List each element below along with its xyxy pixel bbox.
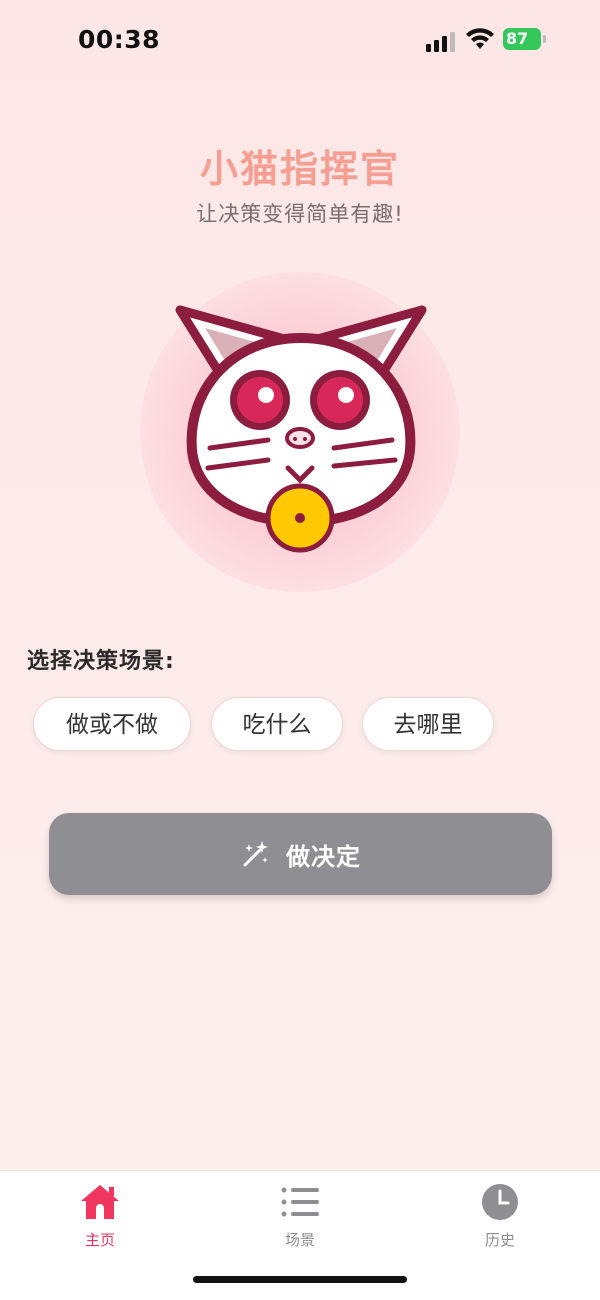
scene-chip-do-or-not[interactable]: 做或不做: [33, 697, 191, 751]
home-indicator: [193, 1276, 407, 1283]
status-bar: 00:38 87: [0, 0, 600, 80]
scene-chip-where-to-go[interactable]: 去哪里: [362, 697, 494, 751]
status-time: 00:38: [78, 25, 161, 54]
wifi-icon: [466, 28, 494, 49]
magic-wand-icon: [243, 841, 268, 867]
battery-icon: 87: [503, 28, 547, 52]
decide-button[interactable]: 做决定: [49, 813, 552, 895]
tab-home-label: 主页: [84, 1231, 115, 1249]
scene-heading: 选择决策场景:: [27, 649, 175, 674]
tab-scenes[interactable]: 场景: [240, 1183, 360, 1250]
clock-icon: [482, 1184, 518, 1220]
list-icon: [281, 1187, 319, 1217]
decide-button-label: 做决定: [286, 842, 361, 871]
tab-scenes-label: 场景: [284, 1231, 315, 1249]
scene-chip-what-to-eat[interactable]: 吃什么: [211, 697, 343, 751]
tab-history[interactable]: 历史: [440, 1183, 560, 1250]
tab-home[interactable]: 主页: [40, 1183, 160, 1250]
app-subtitle: 让决策变得简单有趣!: [196, 202, 404, 226]
cat-mascot-icon: [175, 305, 427, 553]
home-icon: [81, 1185, 119, 1219]
app-title: 小猫指挥官: [199, 147, 400, 191]
cellular-signal-icon: [426, 32, 455, 52]
battery-level: 87: [503, 28, 541, 50]
tab-history-label: 历史: [484, 1231, 515, 1249]
